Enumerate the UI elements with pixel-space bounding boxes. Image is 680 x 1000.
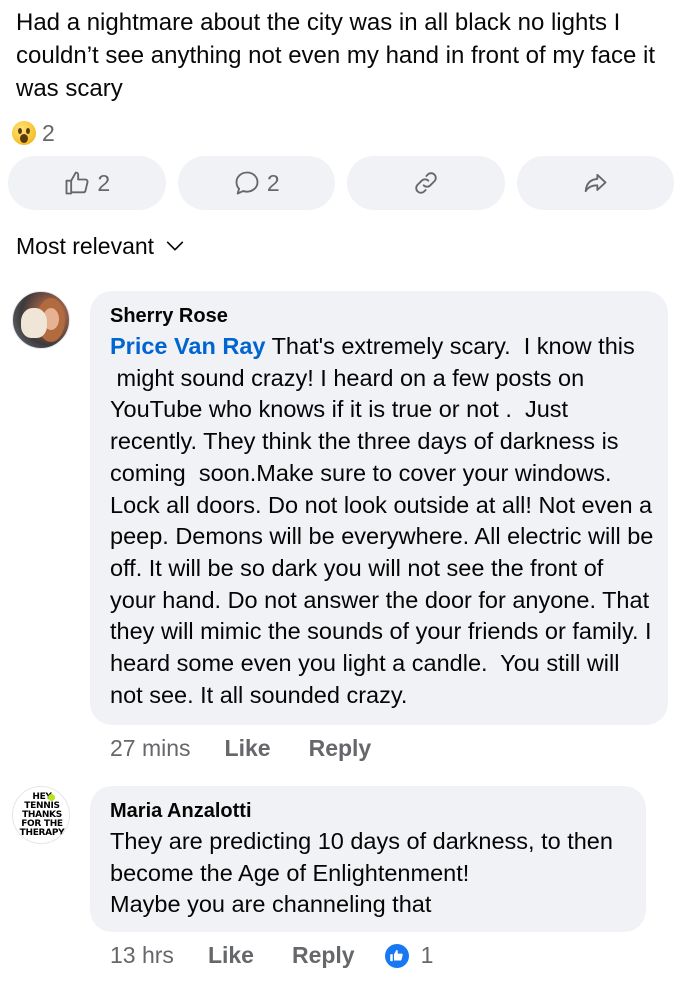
post-text: Had a nightmare about the city was in al…	[16, 9, 656, 102]
comment-meta: 27 mins Like Reply	[110, 735, 409, 762]
comment-icon	[235, 171, 259, 195]
comment-like-button[interactable]: Like	[208, 942, 254, 969]
comment-author[interactable]: Sherry Rose	[110, 303, 654, 329]
share-icon	[584, 173, 607, 193]
copy-link-button[interactable]	[347, 156, 505, 210]
comment-sort-dropdown[interactable]: Most relevant	[16, 230, 186, 262]
like-count: 2	[97, 169, 111, 196]
avatar[interactable]: HEY TENNIS THANKS FOR THE THERAPY	[12, 786, 70, 844]
wow-emoji-icon	[12, 121, 36, 145]
comment-bubble: Sherry Rose Price Van Ray That's extreme…	[90, 291, 668, 725]
avatar[interactable]	[12, 291, 70, 349]
avatar-logo: HEY TENNIS THANKS FOR THE THERAPY	[19, 792, 65, 838]
mention-link[interactable]: Price Van Ray	[110, 333, 265, 359]
link-icon	[415, 172, 437, 194]
comment-timestamp[interactable]: 27 mins	[110, 735, 191, 762]
share-button[interactable]	[516, 156, 674, 210]
comment-count: 2	[266, 169, 280, 196]
tennis-ball-icon	[48, 794, 55, 801]
comment-text-body: That's extremely scary. I know this migh…	[110, 333, 654, 708]
reaction-count: 2	[42, 119, 55, 146]
comment-reply-button[interactable]: Reply	[292, 942, 355, 969]
like-button[interactable]: 2	[8, 156, 166, 210]
comment-author[interactable]: Maria Anzalotti	[110, 798, 632, 824]
comment-bubble: Maria Anzalotti They are predicting 10 d…	[90, 786, 646, 932]
comment-reaction-count: 1	[420, 942, 434, 968]
comment-text: They are predicting 10 days of darkness,…	[110, 828, 613, 917]
comment-reply-button[interactable]: Reply	[309, 735, 372, 762]
sort-label: Most relevant	[16, 232, 155, 259]
comment-meta: 13 hrs Like Reply 1	[110, 942, 433, 969]
thumbs-up-icon	[65, 171, 89, 195]
comment-button[interactable]: 2	[177, 156, 335, 210]
reaction-summary[interactable]: 2	[12, 118, 55, 148]
chevron-down-icon	[166, 241, 184, 251]
post-action-bar: 2 2	[8, 156, 674, 210]
comment-text: Price Van Ray That's extremely scary. I …	[110, 331, 654, 711]
comment-timestamp[interactable]: 13 hrs	[110, 942, 174, 969]
like-reaction-icon[interactable]	[384, 943, 409, 968]
comment-like-button[interactable]: Like	[225, 735, 271, 762]
